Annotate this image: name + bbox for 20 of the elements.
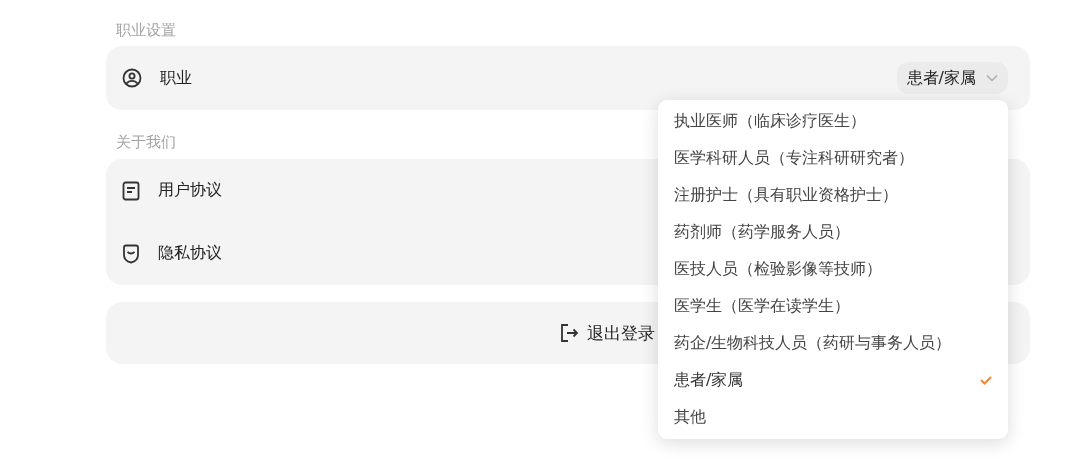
document-icon [122, 180, 140, 201]
row-label[interactable]: 隐私协议 [158, 243, 222, 264]
menu-option[interactable]: 医学科研人员（专注科研研究者） [658, 140, 1008, 177]
chevron-down-icon [986, 74, 998, 82]
check-icon [980, 376, 992, 385]
row-label: 职业 [160, 67, 192, 89]
menu-option[interactable]: 医技人员（检验影像等技师） [658, 251, 1008, 288]
menu-option[interactable]: 注册护士（具有职业资格护士） [658, 177, 1008, 214]
shield-icon [122, 243, 140, 264]
occupation-select[interactable]: 患者/家属 [896, 62, 1008, 94]
row-label[interactable]: 用户协议 [158, 180, 222, 201]
section-title: 关于我们 [116, 132, 176, 152]
menu-option[interactable]: 药剂师（药学服务人员） [658, 214, 1008, 251]
menu-option[interactable]: 药企/生物科技人员（药研与事务人员） [658, 325, 1008, 362]
logout-icon [559, 323, 579, 343]
menu-option[interactable]: 患者/家属 [658, 362, 1008, 399]
menu-option[interactable]: 其他 [658, 399, 1008, 436]
menu-option[interactable]: 执业医师（临床诊疗医生） [658, 103, 1008, 140]
section-title: 职业设置 [116, 20, 176, 40]
user-icon [122, 68, 142, 88]
